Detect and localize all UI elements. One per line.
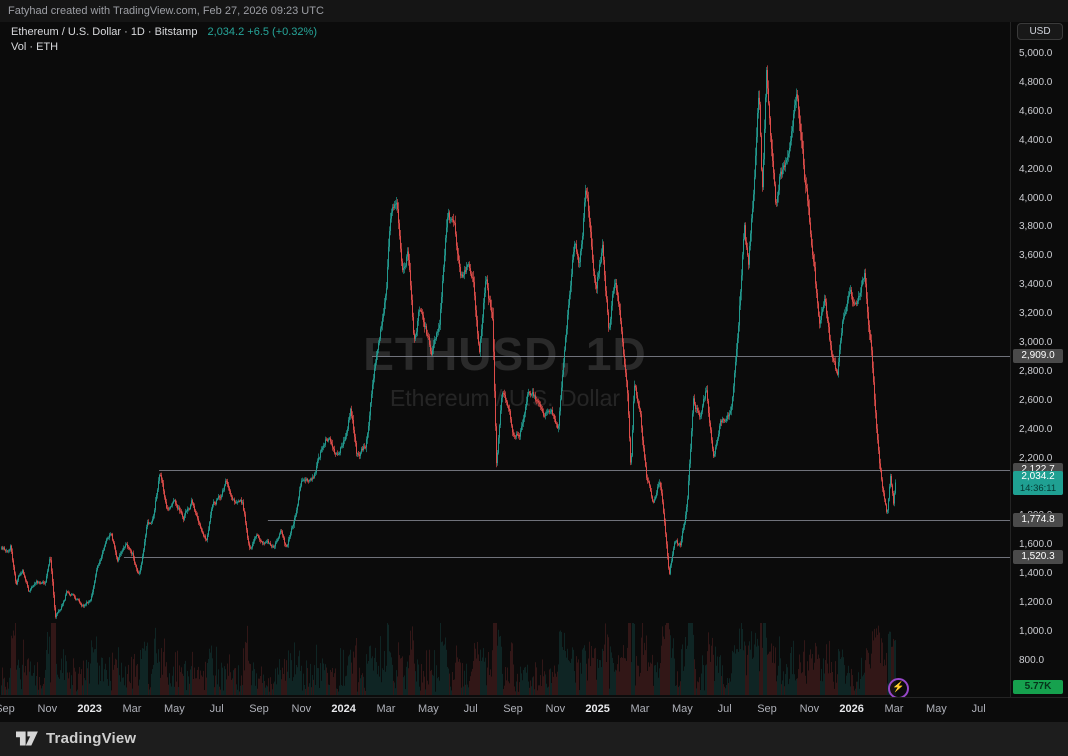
- currency-toggle-button[interactable]: USD: [1017, 23, 1063, 40]
- time-tick: Jul: [957, 703, 1001, 715]
- price-tick: 4,400.0: [1019, 135, 1052, 146]
- price-tick: 1,600.0: [1019, 539, 1052, 550]
- level-price-badge: 1,520.3: [1013, 550, 1063, 564]
- time-tick: Jul: [195, 703, 239, 715]
- time-tick: Sep: [491, 703, 535, 715]
- chart-pane[interactable]: ETHUSD, 1D Ethereum / U.S. Dollar Ethere…: [0, 22, 1010, 697]
- price-tick: 2,200.0: [1019, 453, 1052, 464]
- time-tick: Jul: [449, 703, 493, 715]
- price-tick: 3,000.0: [1019, 337, 1052, 348]
- time-tick: Jul: [703, 703, 747, 715]
- time-tick: Mar: [872, 703, 916, 715]
- time-tick: 2023: [68, 703, 112, 715]
- price-tick: 2,400.0: [1019, 424, 1052, 435]
- time-tick: 2025: [576, 703, 620, 715]
- price-tick: 4,000.0: [1019, 193, 1052, 204]
- price-tick: 2,800.0: [1019, 366, 1052, 377]
- tradingview-snapshot: Fatyhad created with TradingView.com, Fe…: [0, 0, 1068, 756]
- legend-symbol-row[interactable]: Ethereum / U.S. Dollar · 1D · Bitstamp 2…: [11, 25, 317, 40]
- tradingview-logo-text: TradingView: [46, 730, 136, 747]
- time-axis[interactable]: SepNov2023MarMayJulSepNov2024MarMayJulSe…: [0, 697, 1068, 722]
- legend-volume-label: Vol · ETH: [11, 41, 58, 53]
- time-tick: Nov: [533, 703, 577, 715]
- footer-bar: TradingView: [0, 722, 1068, 756]
- bar-countdown: 14:36:11: [1013, 483, 1063, 494]
- price-tick: 4,200.0: [1019, 164, 1052, 175]
- time-tick: Nov: [25, 703, 69, 715]
- price-tick: 3,400.0: [1019, 279, 1052, 290]
- time-tick: Sep: [0, 703, 27, 715]
- time-tick: Mar: [364, 703, 408, 715]
- legend-symbol-title: Ethereum / U.S. Dollar · 1D · Bitstamp: [11, 26, 197, 38]
- tradingview-logo-icon: [14, 728, 39, 749]
- legend-volume-row[interactable]: Vol · ETH: [11, 40, 317, 55]
- price-tick: 3,200.0: [1019, 308, 1052, 319]
- volume-badge: 5.77K: [1013, 680, 1063, 694]
- price-axis[interactable]: USD 5,000.0 4,800.0 4,600.0 4,400.0 4,200.0 4…: [1010, 22, 1068, 697]
- time-tick: 2026: [830, 703, 874, 715]
- level-price-badge: 2,909.0: [1013, 349, 1063, 363]
- time-tick: Sep: [237, 703, 281, 715]
- bolt-glyph: ⚡: [892, 682, 904, 693]
- time-tick: Nov: [787, 703, 831, 715]
- time-tick: Mar: [110, 703, 154, 715]
- time-tick: May: [660, 703, 704, 715]
- time-tick: Mar: [618, 703, 662, 715]
- time-tick: May: [152, 703, 196, 715]
- current-price-value: 2,034.2: [1021, 471, 1054, 482]
- price-tick: 3,600.0: [1019, 250, 1052, 261]
- tradingview-logo[interactable]: TradingView: [14, 728, 136, 749]
- price-tick: 4,800.0: [1019, 77, 1052, 88]
- current-price-badge: 2,034.214:36:11: [1013, 471, 1063, 495]
- time-tick: 2024: [322, 703, 366, 715]
- attribution-bar: Fatyhad created with TradingView.com, Fe…: [0, 0, 1068, 22]
- price-chart-canvas[interactable]: [0, 22, 1010, 697]
- attribution-text: Fatyhad created with TradingView.com, Fe…: [8, 5, 324, 17]
- price-tick: 3,800.0: [1019, 221, 1052, 232]
- time-tick: Nov: [279, 703, 323, 715]
- price-tick: 1,400.0: [1019, 568, 1052, 579]
- price-tick: 4,600.0: [1019, 106, 1052, 117]
- legend: Ethereum / U.S. Dollar · 1D · Bitstamp 2…: [11, 25, 317, 55]
- level-price-badge: 1,774.8: [1013, 513, 1063, 527]
- legend-price-change: 2,034.2 +6.5 (+0.32%): [208, 26, 317, 38]
- price-tick: 2,600.0: [1019, 395, 1052, 406]
- time-tick: Sep: [745, 703, 789, 715]
- price-tick: 800.0: [1019, 655, 1044, 666]
- price-tick: 5,000.0: [1019, 48, 1052, 59]
- time-tick: May: [914, 703, 958, 715]
- time-tick: May: [406, 703, 450, 715]
- price-tick: 1,200.0: [1019, 597, 1052, 608]
- price-tick: 1,000.0: [1019, 626, 1052, 637]
- realtime-bolt-icon[interactable]: ⚡: [888, 678, 909, 697]
